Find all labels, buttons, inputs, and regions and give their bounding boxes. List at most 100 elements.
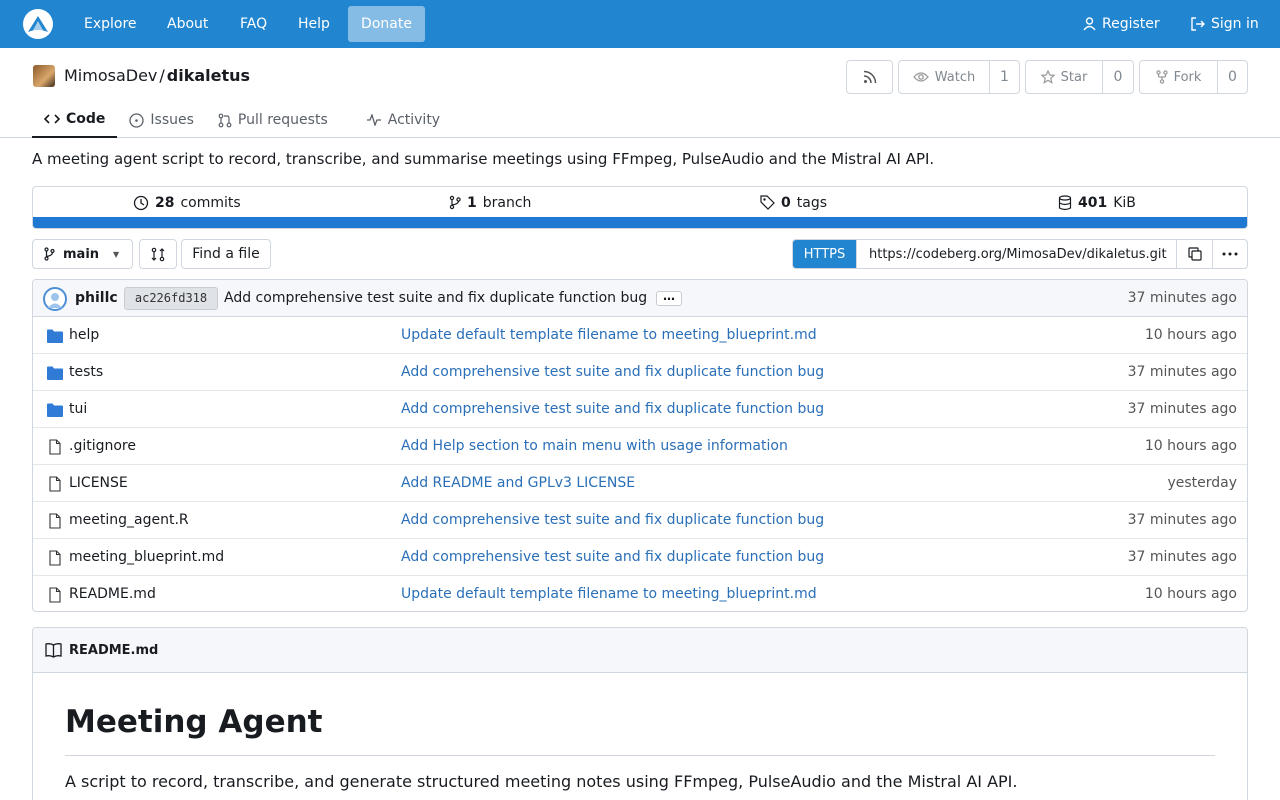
file-row: LICENSE Add README and GPLv3 LICENSE yeste… — [33, 465, 1247, 502]
pulse-icon — [366, 114, 381, 126]
tags-stat[interactable]: 0 tags — [760, 187, 827, 218]
repo-owner-link[interactable]: MimosaDev — [64, 66, 157, 85]
clone-url-field[interactable]: https://codeberg.org/MimosaDev/dikaletus… — [856, 240, 1176, 268]
watch-part: Watch — [899, 61, 989, 93]
tab-pull-requests[interactable]: Pull requests — [206, 102, 340, 138]
file-name-link[interactable]: tui — [69, 391, 87, 428]
file-commit-time: 37 minutes ago — [1127, 549, 1237, 565]
file-row: tests Add comprehensive test suite and fi… — [33, 354, 1247, 391]
commit-author[interactable]: phillc — [75, 280, 118, 317]
file-commit-message-link[interactable]: Update default template filename to meet… — [401, 317, 817, 354]
rss-icon — [863, 70, 876, 84]
file-row: tui Add comprehensive test suite and fix … — [33, 391, 1247, 428]
fork-part: Fork — [1140, 61, 1217, 93]
fork-label: Fork — [1173, 69, 1202, 85]
file-row: help Update default template filename to … — [33, 317, 1247, 354]
latest-commit-row: phillc ac226fd318 Add comprehensive test… — [33, 280, 1247, 317]
language-bar[interactable] — [33, 217, 1247, 228]
file-row: meeting_agent.R Add comprehensive test su… — [33, 502, 1247, 539]
watch-count[interactable]: 1 — [989, 61, 1019, 93]
commit-sha[interactable]: ac226fd318 — [124, 287, 218, 310]
file-name-link[interactable]: help — [69, 317, 99, 354]
file-commit-message-link[interactable]: Add comprehensive test suite and fix dup… — [401, 354, 824, 391]
watch-button[interactable]: Watch 1 — [898, 60, 1020, 94]
copy-url-button[interactable] — [1176, 240, 1212, 268]
branch-stat[interactable]: 1 branch — [449, 187, 531, 218]
tab-code[interactable]: Code — [32, 102, 118, 138]
file-name-link[interactable]: tests — [69, 354, 103, 391]
file-commit-message-link[interactable]: Add README and GPLv3 LICENSE — [401, 465, 635, 502]
star-icon — [1040, 70, 1055, 84]
signin-label: Sign in — [1211, 16, 1259, 32]
donate-button[interactable]: Donate — [348, 6, 425, 42]
file-commit-message-link[interactable]: Add Help section to main menu with usage… — [401, 428, 788, 465]
tab-issues[interactable]: Issues — [117, 102, 206, 138]
commit-expand-button[interactable]: … — [656, 290, 682, 306]
compare-icon — [151, 247, 165, 261]
https-protocol-button[interactable]: HTTPS — [793, 240, 856, 268]
readme-filename[interactable]: README.md — [69, 628, 158, 673]
repo-tabs: Code Issues Pull requests Activity — [32, 102, 452, 138]
nav-about-link[interactable]: About — [167, 0, 208, 48]
nav-help-link[interactable]: Help — [298, 0, 330, 48]
file-name-link[interactable]: meeting_agent.R — [69, 502, 189, 539]
commit-author-avatar[interactable] — [43, 287, 67, 311]
file-name-link[interactable]: meeting_blueprint.md — [69, 539, 224, 576]
tag-icon — [760, 195, 775, 210]
file-name-link[interactable]: README.md — [69, 576, 156, 611]
file-icon — [49, 439, 61, 455]
database-icon — [1058, 194, 1072, 210]
file-commit-message-link[interactable]: Update default template filename to meet… — [401, 576, 817, 611]
repo-name-link[interactable]: dikaletus — [167, 66, 250, 85]
file-commit-message-link[interactable]: Add comprehensive test suite and fix dup… — [401, 502, 824, 539]
file-commit-time: yesterday — [1167, 475, 1237, 491]
star-part: Star — [1026, 61, 1102, 93]
nav-explore-link[interactable]: Explore — [84, 0, 137, 48]
readme-panel: README.md Meeting Agent A script to reco… — [32, 627, 1248, 800]
star-label: Star — [1060, 69, 1088, 85]
file-icon — [49, 476, 61, 492]
star-button[interactable]: Star 0 — [1025, 60, 1134, 94]
file-commit-message-link[interactable]: Add comprehensive test suite and fix dup… — [401, 391, 824, 428]
owner-avatar[interactable] — [33, 65, 55, 87]
fork-button[interactable]: Fork 0 — [1139, 60, 1248, 94]
size-unit: KiB — [1113, 194, 1136, 211]
watch-label: Watch — [934, 69, 976, 85]
repo-description: A meeting agent script to record, transc… — [32, 150, 935, 168]
readme-intro: A script to record, transcribe, and gene… — [65, 772, 1018, 791]
copy-icon — [1187, 247, 1202, 261]
file-commit-time: 10 hours ago — [1144, 438, 1237, 454]
tab-activity[interactable]: Activity — [354, 102, 452, 138]
fork-count[interactable]: 0 — [1217, 61, 1247, 93]
file-row: meeting_blueprint.md Add comprehensive te… — [33, 539, 1247, 576]
folder-icon — [47, 329, 63, 343]
folder-icon — [47, 403, 63, 417]
person-icon — [1083, 17, 1096, 31]
tab-code-label: Code — [66, 111, 106, 127]
commit-time: 37 minutes ago — [1127, 290, 1237, 306]
clone-more-button[interactable] — [1212, 240, 1247, 268]
branch-icon — [44, 247, 55, 261]
nav-faq-link[interactable]: FAQ — [240, 0, 267, 48]
file-icon — [49, 550, 61, 566]
file-name-link[interactable]: .gitignore — [69, 428, 136, 465]
signin-link[interactable]: Sign in — [1191, 0, 1259, 48]
star-count[interactable]: 0 — [1102, 61, 1133, 93]
file-name-link[interactable]: LICENSE — [69, 465, 128, 502]
rss-button[interactable] — [846, 60, 893, 94]
branch-selector[interactable]: main ▼ — [32, 239, 133, 269]
file-commit-message-link[interactable]: Add comprehensive test suite and fix dup… — [401, 539, 824, 576]
codeberg-logo-icon[interactable] — [23, 9, 53, 39]
find-file-button[interactable]: Find a file — [181, 239, 271, 269]
commit-message[interactable]: Add comprehensive test suite and fix dup… — [224, 280, 647, 317]
commits-stat[interactable]: 28 commits — [133, 187, 241, 218]
tags-count: 0 — [781, 194, 791, 211]
register-label: Register — [1102, 16, 1160, 32]
compare-button[interactable] — [139, 239, 177, 269]
register-link[interactable]: Register — [1083, 0, 1160, 48]
history-icon — [133, 195, 149, 210]
file-row: README.md Update default template filenam… — [33, 576, 1247, 611]
issue-icon — [129, 112, 145, 128]
readme-header: README.md — [33, 628, 1247, 673]
tab-issues-label: Issues — [150, 112, 194, 128]
